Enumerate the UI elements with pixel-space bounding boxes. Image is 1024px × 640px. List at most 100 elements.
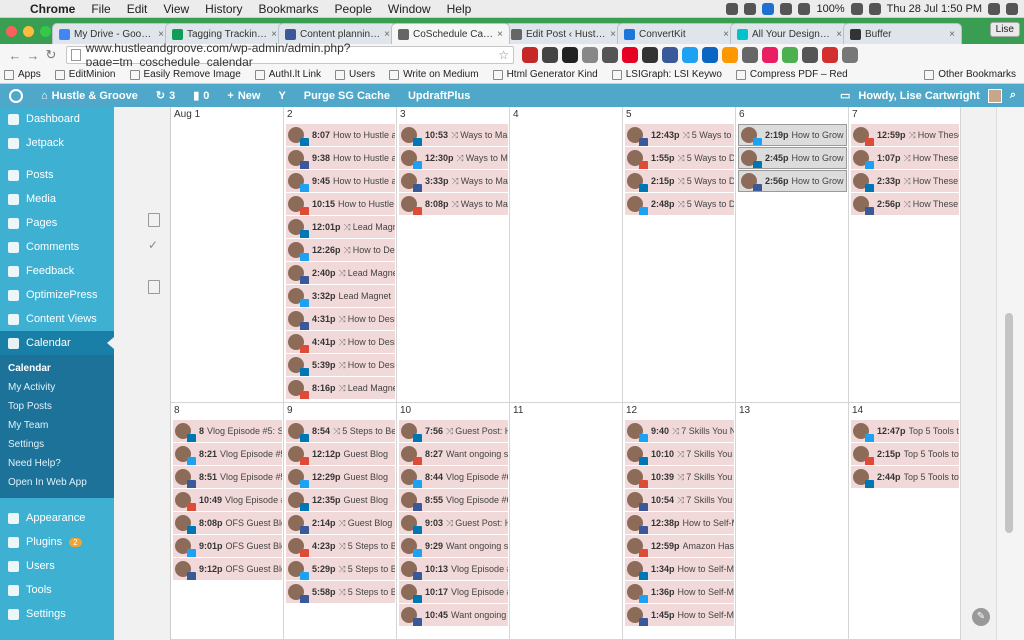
scheduled-post[interactable]: 12:35p Guest Blog — [286, 489, 395, 511]
bookmark-star-icon[interactable]: ☆ — [498, 48, 509, 62]
menu-bookmarks[interactable]: Bookmarks — [251, 2, 327, 16]
scheduled-post[interactable]: 12:59p ⤨ How These — [851, 124, 959, 146]
extension-icon[interactable] — [662, 47, 678, 63]
scheduled-post[interactable]: 12:47p Top 5 Tools to — [851, 420, 959, 442]
scheduled-post[interactable]: 2:48p⤨5 Ways to De — [625, 193, 734, 215]
sidebar-item-feedback[interactable]: Feedback — [0, 259, 114, 283]
extension-icon[interactable] — [722, 47, 738, 63]
new-content-link[interactable]: + New — [218, 90, 269, 102]
forward-icon[interactable]: → — [24, 48, 42, 63]
page-scrollbar[interactable] — [996, 107, 1024, 640]
scheduled-post[interactable]: 2:56p⤨How These S — [851, 193, 959, 215]
scrollbar-thumb[interactable] — [1005, 313, 1013, 533]
calendar-day[interactable]: 512:43p⤨5 Ways to D1:55p⤨5 Ways to De2:1… — [623, 107, 736, 403]
purge-cache-link[interactable]: Purge SG Cache — [295, 90, 399, 102]
menu-help[interactable]: Help — [439, 2, 480, 16]
scheduled-post[interactable]: 10:17 Vlog Episode # — [399, 581, 508, 603]
calendar-day[interactable]: 6 2:19p How to Grow Y 2:45p How to Grow Y 2:5… — [736, 107, 849, 403]
sidebar-item-jetpack[interactable]: Jetpack — [0, 131, 114, 155]
bookmark-item[interactable]: LSIGraph: LSI Keywo — [611, 69, 722, 80]
menu-window[interactable]: Window — [380, 2, 439, 16]
scheduled-post[interactable]: 9:03 ⤨ Guest Post: H — [399, 512, 508, 534]
search-icon[interactable]: ⌕ — [1010, 89, 1016, 102]
scheduled-post[interactable]: 2:40p⤨Lead Magnet — [286, 262, 395, 284]
submenu-item-calendar[interactable]: Calendar — [0, 359, 114, 378]
scheduled-post[interactable]: 2:56p How to Grow Y — [738, 170, 847, 192]
scheduled-post[interactable]: 8:51 Vlog Episode #5: — [173, 466, 282, 488]
scheduled-post[interactable]: 8:16p⤨Lead Magnet — [286, 377, 395, 399]
scheduled-post[interactable]: 12:26p ⤨ How to Des — [286, 239, 395, 261]
calendar-icon[interactable] — [148, 213, 160, 227]
scheduled-post[interactable]: 10:10 ⤨ 7 Skills You — [625, 443, 734, 465]
extension-icon[interactable] — [762, 47, 778, 63]
bookmark-item[interactable]: Compress PDF – Red — [735, 69, 848, 80]
sidebar-item-pages[interactable]: Pages — [0, 211, 114, 235]
menu-edit[interactable]: Edit — [119, 2, 156, 16]
submenu-item-settings[interactable]: Settings — [0, 435, 114, 454]
scheduled-post[interactable]: 8:55 Vlog Episode #6: — [399, 489, 508, 511]
close-tab-icon[interactable]: × — [271, 29, 277, 40]
wifi-icon[interactable] — [798, 2, 811, 15]
scheduled-post[interactable]: 8 Vlog Episode #5: Si — [173, 420, 282, 442]
scheduled-post[interactable]: 8:54 ⤨ 5 Steps to Bet — [286, 420, 395, 442]
sidebar-item-settings[interactable]: Settings — [0, 602, 114, 626]
scheduled-post[interactable]: 12:38p How to Self-M — [625, 512, 734, 534]
calendar-day[interactable]: 8 8 Vlog Episode #5: Si 8:21 Vlog Episode #5… — [171, 403, 284, 640]
calendar-day[interactable]: 13 — [736, 403, 849, 640]
sidebar-item-users[interactable]: Users — [0, 554, 114, 578]
submenu-item-open-in-web-app[interactable]: Open In Web App — [0, 473, 114, 492]
browser-tab[interactable]: Edit Post ‹ Hustle & × — [504, 23, 623, 44]
sidebar-item-dashboard[interactable]: Dashboard — [0, 107, 114, 131]
menu-icon[interactable] — [842, 47, 858, 63]
menu-view[interactable]: View — [155, 2, 197, 16]
scheduled-post[interactable]: 2:33p⤨How These S — [851, 170, 959, 192]
list-icon[interactable] — [1006, 2, 1018, 15]
bookmark-item[interactable]: Users — [335, 69, 375, 80]
close-tab-icon[interactable]: × — [384, 29, 390, 40]
submenu-item-top-posts[interactable]: Top Posts — [0, 397, 114, 416]
scheduled-post[interactable]: 9:40 ⤨ 7 Skills You N — [625, 420, 734, 442]
bookmark-item[interactable]: Write on Medium — [389, 69, 479, 80]
address-bar[interactable]: www.hustleandgroove.com/wp-admin/admin.p… — [66, 41, 514, 69]
menu-app-name[interactable]: Chrome — [22, 2, 83, 16]
scheduled-post[interactable]: 2:45p How to Grow Y — [738, 147, 847, 169]
submenu-item-my-activity[interactable]: My Activity — [0, 378, 114, 397]
scheduled-post[interactable]: 10:39 ⤨ 7 Skills You — [625, 466, 734, 488]
calendar-day[interactable]: 712:59p⤨How These1:07p⤨How These S2:33p⤨… — [849, 107, 961, 403]
sidebar-item-appearance[interactable]: Appearance — [0, 506, 114, 530]
scheduled-post[interactable]: 8:07 How to Hustle a — [286, 124, 395, 146]
close-window-button[interactable] — [6, 26, 17, 37]
scheduled-post[interactable]: 5:58p ⤨ 5 Steps to B — [286, 581, 395, 603]
yoast-link[interactable]: Y — [269, 90, 294, 102]
sidebar-item-posts[interactable]: Posts — [0, 163, 114, 187]
scheduled-post[interactable]: 10:49 Vlog Episode # — [173, 489, 282, 511]
scheduled-post[interactable]: 1:07p⤨How These S — [851, 147, 959, 169]
site-name-link[interactable]: ⌂ Hustle & Groove — [32, 90, 147, 102]
browser-tab[interactable]: ConvertKit × — [617, 23, 736, 44]
close-tab-icon[interactable]: × — [723, 29, 729, 40]
scheduled-post[interactable]: 10:53 ⤨ Ways to Mak — [399, 124, 508, 146]
datetime[interactable]: Thu 28 Jul 1:50 PM — [887, 3, 982, 15]
close-tab-icon[interactable]: × — [836, 29, 842, 40]
scheduled-post[interactable]: 5:39p ⤨ How to Desi — [286, 354, 395, 376]
reload-icon[interactable]: ↻ — [42, 47, 60, 63]
comments-link[interactable]: ▮ 0 — [184, 89, 218, 103]
sidebar-item-media[interactable]: Media — [0, 187, 114, 211]
bookmark-item[interactable]: Apps — [4, 69, 41, 80]
submenu-item-my-team[interactable]: My Team — [0, 416, 114, 435]
scheduled-post[interactable]: 8:08p ⤨ Ways to Mak — [399, 193, 508, 215]
scheduled-post[interactable]: 12:59p Amazon Has — [625, 535, 734, 557]
scheduled-post[interactable]: 10:54 ⤨ 7 Skills You — [625, 489, 734, 511]
submenu-item-need-help-[interactable]: Need Help? — [0, 454, 114, 473]
scheduled-post[interactable]: 2:19p How to Grow Y — [738, 124, 847, 146]
status-icon[interactable] — [780, 2, 793, 15]
updraftplus-link[interactable]: UpdraftPlus — [399, 90, 479, 102]
scheduled-post[interactable]: 9:29 Want ongoing su — [399, 535, 508, 557]
back-icon[interactable]: ← — [6, 48, 24, 63]
calendar-day[interactable]: 9 8:54 ⤨ 5 Steps to Bet 12:12p Guest Blog 12:2… — [284, 403, 397, 640]
browser-tab[interactable]: Buffer × — [843, 23, 962, 44]
search-icon[interactable] — [988, 2, 1000, 15]
chat-icon[interactable]: ▭ — [840, 89, 850, 102]
scheduled-post[interactable]: 12:30p⤨Ways to Ma — [399, 147, 508, 169]
menu-history[interactable]: History — [197, 2, 250, 16]
